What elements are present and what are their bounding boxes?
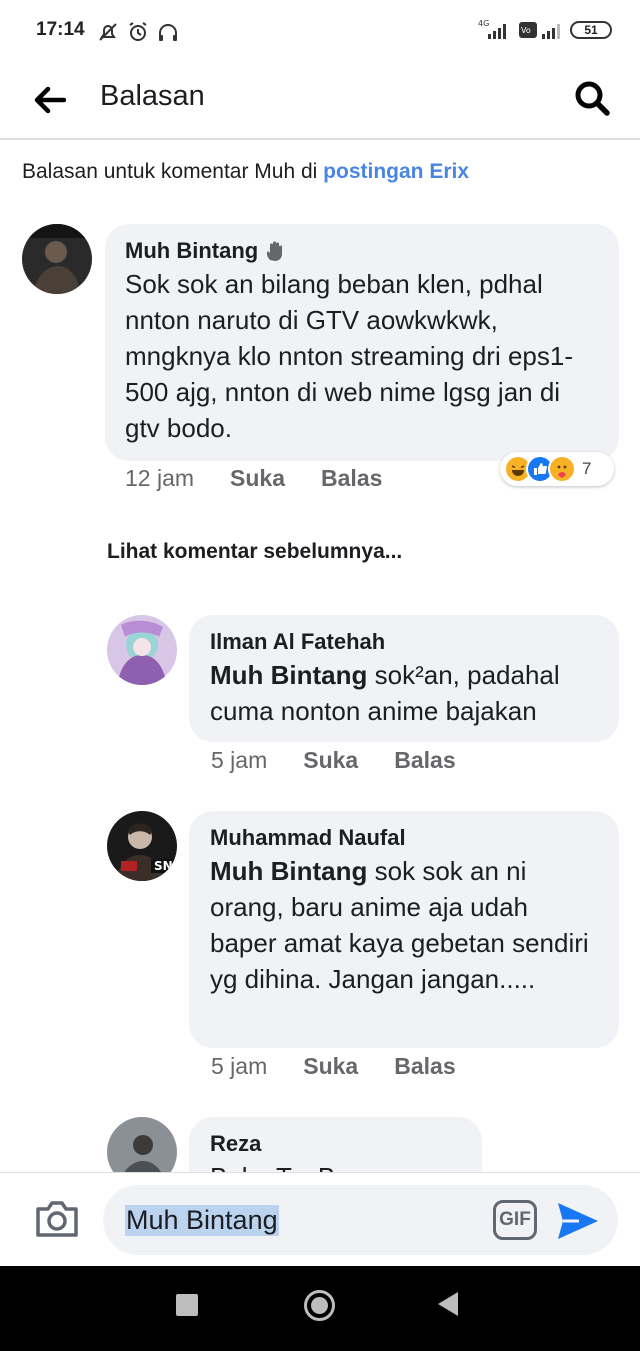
back-button[interactable] [30, 80, 70, 120]
comment-author-row: Muh Bintang [125, 238, 599, 264]
home-icon[interactable] [304, 1290, 335, 1321]
top-app-bar: Balasan [0, 62, 640, 140]
send-icon [558, 1203, 598, 1239]
4g-signal-icon: 4G [478, 19, 506, 39]
back-arrow-icon [34, 86, 66, 114]
comment-time: 12 jam [125, 465, 195, 491]
reply-author[interactable]: Ilman Al Fatehah [210, 629, 598, 655]
system-nav-bar [0, 1266, 640, 1351]
comment-input[interactable]: Muh Bintang GIF [103, 1185, 618, 1255]
post-link[interactable]: postingan Erix [323, 160, 469, 183]
reply-context-text: Balasan untuk komentar Muh di [22, 160, 324, 183]
status-left-icons [96, 20, 180, 44]
search-button[interactable] [570, 76, 614, 120]
like-button[interactable]: Suka [303, 1053, 358, 1080]
reply-button[interactable]: Balas [394, 1053, 455, 1080]
like-button[interactable]: Suka [303, 747, 358, 774]
silent-icon [99, 23, 117, 41]
reply-button[interactable]: Balas [321, 465, 382, 492]
reply-context: Balasan untuk komentar Muh di postingan … [22, 160, 469, 184]
comment-composer: Muh Bintang GIF [0, 1172, 640, 1266]
reply-actions: 5 jam Suka Balas [211, 1053, 456, 1080]
mention-tag[interactable]: Muh Bintang [210, 856, 367, 886]
status-bar: 17:14 4G Vo 51 [0, 0, 640, 62]
svg-text:Vo: Vo [521, 26, 531, 35]
see-previous-comments[interactable]: Lihat komentar sebelumnya... [107, 540, 402, 564]
comment-author[interactable]: Muh Bintang [125, 238, 258, 264]
svg-text:SN: SN [154, 859, 173, 873]
comment-input-value[interactable]: Muh Bintang [125, 1205, 279, 1236]
status-right-icons: 4G Vo 51 [478, 18, 612, 42]
reply-actions: 5 jam Suka Balas [211, 747, 456, 774]
reply-author[interactable]: Reza [210, 1131, 461, 1157]
reaction-summary[interactable]: 7 [500, 452, 614, 486]
reply-bubble[interactable]: Muhammad Naufal Muh Bintang sok sok an n… [189, 811, 619, 1048]
avatar[interactable] [107, 615, 177, 685]
comment-actions: 12 jam Suka Balas [125, 465, 382, 492]
alarm-icon [129, 22, 147, 41]
reply-text: Muh Bintang sok sok an ni orang, baru an… [210, 853, 598, 997]
gif-button[interactable]: GIF [493, 1200, 537, 1240]
headphones-icon [159, 24, 177, 41]
send-button[interactable] [555, 1199, 601, 1243]
reply-time: 5 jam [211, 1053, 268, 1079]
care-reaction-icon [548, 455, 576, 483]
search-icon [575, 81, 610, 116]
avatar[interactable]: SN [107, 811, 177, 881]
page-title: Balasan [100, 80, 205, 112]
svg-text:4G: 4G [478, 19, 489, 28]
reaction-count: 7 [582, 459, 592, 478]
status-time: 17:14 [36, 19, 85, 40]
reply-bubble[interactable]: Ilman Al Fatehah Muh Bintang sok²an, pad… [189, 615, 619, 742]
mention-tag[interactable]: Muh Bintang [210, 660, 367, 690]
battery-level: 51 [584, 23, 598, 37]
gif-icon: GIF [499, 1209, 531, 1230]
reply-text: Muh Bintang sok²an, padahal cuma nonton … [210, 657, 598, 729]
volte-signal-icon: Vo [519, 22, 560, 39]
waving-hand-icon [267, 241, 283, 261]
avatar[interactable] [22, 224, 92, 294]
battery-icon: 51 [570, 21, 612, 39]
reply-author[interactable]: Muhammad Naufal [210, 825, 598, 851]
camera-button[interactable] [34, 1199, 80, 1239]
back-icon[interactable] [438, 1292, 458, 1316]
like-button[interactable]: Suka [230, 465, 285, 492]
recents-icon[interactable] [176, 1294, 198, 1316]
reply-time: 5 jam [211, 747, 268, 773]
camera-icon [36, 1201, 78, 1237]
comment-bubble[interactable]: Muh Bintang Sok sok an bilang beban klen… [105, 224, 619, 461]
reply-button[interactable]: Balas [394, 747, 455, 774]
comment-text: Sok sok an bilang beban klen, pdhal nnto… [125, 269, 574, 443]
